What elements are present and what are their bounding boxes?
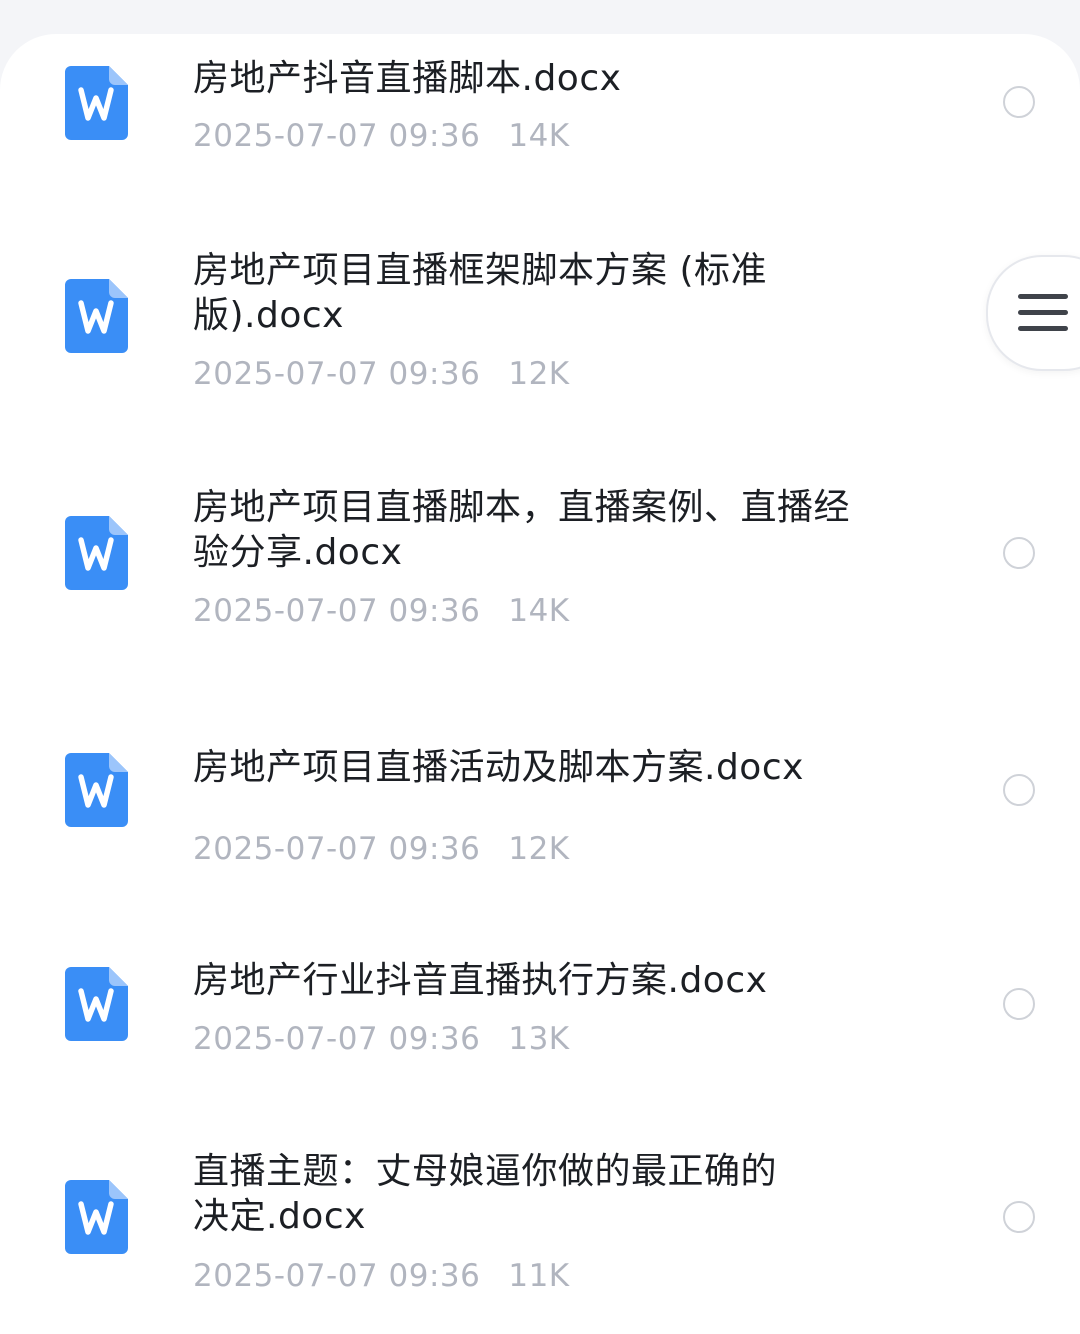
- file-time: 2025-07-07 09:36: [193, 831, 481, 867]
- word-doc-icon: [65, 516, 128, 590]
- select-radio[interactable]: [1003, 988, 1035, 1020]
- word-doc-icon: [65, 1180, 128, 1254]
- file-size: 14K: [508, 593, 570, 629]
- word-doc-icon: [65, 66, 128, 140]
- file-size: 11K: [508, 1258, 570, 1294]
- file-size: 14K: [508, 118, 570, 154]
- word-doc-icon: [65, 279, 128, 353]
- file-list-panel: [0, 34, 1080, 1334]
- file-name: 直播主题：丈母娘逼你做的最正确的 决定.docx: [193, 1151, 778, 1237]
- file-time: 2025-07-07 09:36: [193, 118, 481, 154]
- select-radio[interactable]: [1003, 86, 1035, 118]
- select-radio[interactable]: [1003, 1201, 1035, 1233]
- file-size: 12K: [508, 356, 570, 392]
- file-meta: 2025-07-07 09:36 12K: [193, 354, 570, 394]
- file-name: 房地产项目直播框架脚本方案 (标准 版).docx: [193, 250, 767, 336]
- file-time: 2025-07-07 09:36: [193, 593, 481, 629]
- file-meta: 2025-07-07 09:36 12K: [193, 829, 570, 869]
- file-meta: 2025-07-07 09:36 14K: [193, 591, 570, 631]
- file-meta: 2025-07-07 09:36 13K: [193, 1019, 570, 1059]
- word-doc-icon: [65, 967, 128, 1041]
- file-name: 房地产项目直播脚本，直播案例、直播经 验分享.docx: [193, 487, 851, 573]
- file-time: 2025-07-07 09:36: [193, 1021, 481, 1057]
- file-size: 13K: [508, 1021, 570, 1057]
- file-meta: 2025-07-07 09:36 11K: [193, 1256, 570, 1296]
- file-size: 12K: [508, 831, 570, 867]
- file-name: 房地产抖音直播脚本.docx: [193, 58, 622, 99]
- file-meta: 2025-07-07 09:36 14K: [193, 116, 570, 156]
- hamburger-menu-icon: [1018, 294, 1068, 331]
- file-name: 房地产项目直播活动及脚本方案.docx: [193, 747, 804, 788]
- select-radio[interactable]: [1003, 774, 1035, 806]
- word-doc-icon: [65, 753, 128, 827]
- file-time: 2025-07-07 09:36: [193, 1258, 481, 1294]
- file-time: 2025-07-07 09:36: [193, 356, 481, 392]
- select-radio[interactable]: [1003, 537, 1035, 569]
- file-name: 房地产行业抖音直播执行方案.docx: [193, 960, 768, 1001]
